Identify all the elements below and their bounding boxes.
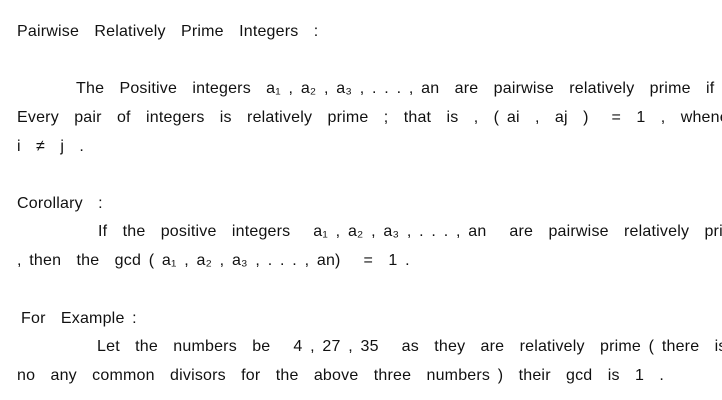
example-heading: For Example : — [21, 310, 137, 327]
definition-line-1: The Positive integers a₁ , a₂ , a₃ , . .… — [76, 80, 715, 97]
corollary-line-1: If the positive integers a₁ , a₂ , a₃ , … — [98, 223, 722, 240]
section-heading: Pairwise Relatively Prime Integers : — [17, 23, 319, 40]
definition-line-3: i ≠ j . — [17, 138, 85, 155]
example-line-2: no any common divisors for the above thr… — [17, 367, 664, 384]
example-line-1: Let the numbers be 4 , 27 , 35 as they a… — [97, 338, 722, 355]
corollary-heading: Corollary : — [17, 195, 103, 212]
definition-line-2: Every pair of integers is relatively pri… — [17, 109, 722, 126]
corollary-line-2: , then the gcd ( a₁ , a₂ , a₃ , . . . , … — [17, 252, 410, 269]
